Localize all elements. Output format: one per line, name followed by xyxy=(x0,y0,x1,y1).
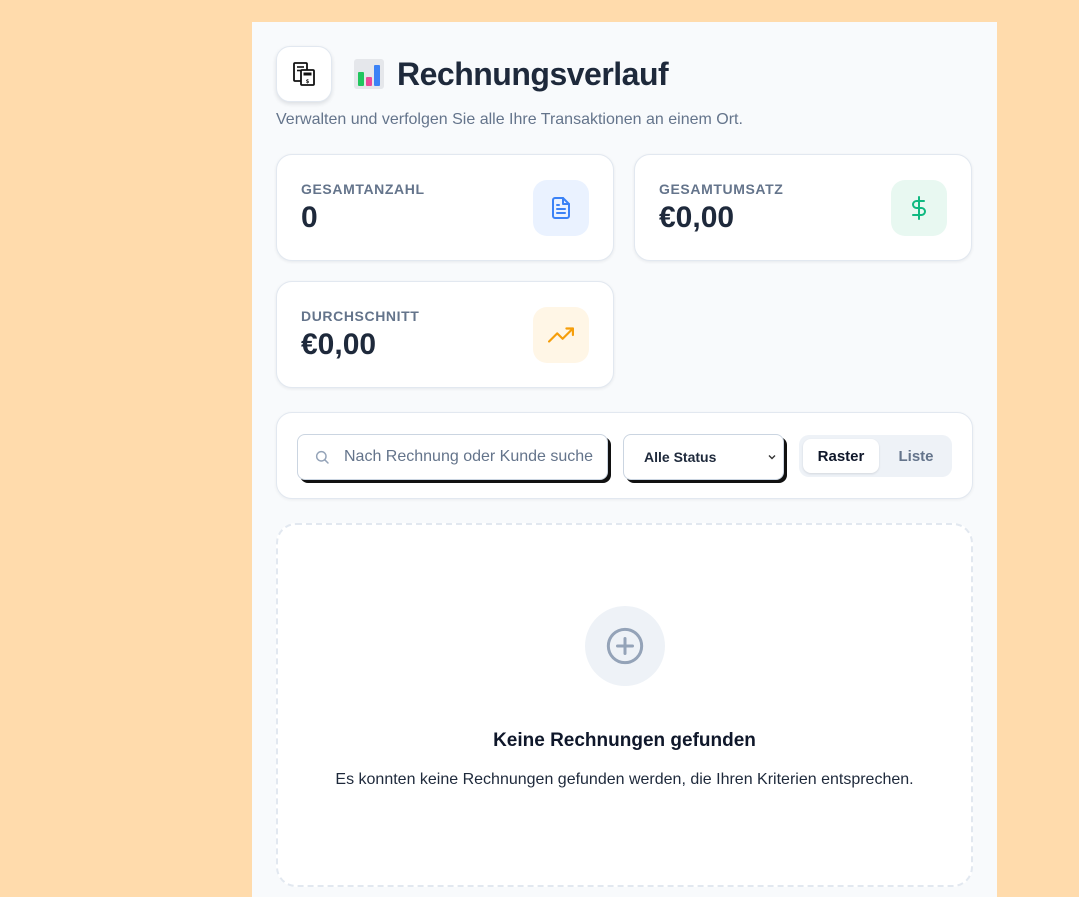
status-select-value: Alle Status xyxy=(644,449,717,465)
view-list-button[interactable]: Liste xyxy=(883,439,949,473)
filter-bar: Alle Status Raster Liste xyxy=(276,412,973,499)
page-title: Rechnungsverlauf xyxy=(397,55,669,92)
empty-state-text: Es konnten keine Rechnungen gefunden wer… xyxy=(335,771,914,788)
empty-state: Keine Rechnungen gefunden Es konnten kei… xyxy=(276,523,973,887)
invoice-history-panel: $ Rechnungsverlauf Verwalten und verfolg… xyxy=(252,22,997,897)
plus-circle-icon xyxy=(606,627,644,665)
stat-icon-box xyxy=(533,307,589,363)
dollar-icon xyxy=(912,196,926,220)
bar-chart-icon xyxy=(354,59,384,89)
stat-card-total-count: GESAMTANZAHL 0 xyxy=(276,154,614,261)
stat-card-total-revenue: GESAMTUMSATZ €0,00 xyxy=(634,154,972,261)
svg-text:$: $ xyxy=(306,79,310,85)
search-icon xyxy=(315,450,329,464)
view-toggle: Raster Liste xyxy=(799,435,952,477)
search-box[interactable] xyxy=(297,434,608,480)
empty-state-title: Keine Rechnungen gefunden xyxy=(493,730,756,751)
chevron-down-icon xyxy=(768,455,776,460)
empty-state-icon-circle[interactable] xyxy=(585,606,665,686)
stat-value: 0 xyxy=(301,201,318,234)
status-select[interactable]: Alle Status xyxy=(623,434,784,480)
stat-label: GESAMTUMSATZ xyxy=(659,181,784,197)
stat-icon-box xyxy=(533,180,589,236)
stat-value: €0,00 xyxy=(659,201,735,234)
receipt-icon: $ xyxy=(293,62,315,86)
stat-card-average: DURCHSCHNITT €0,00 xyxy=(276,281,614,388)
stat-icon-box xyxy=(891,180,947,236)
page-subtitle: Verwalten und verfolgen Sie alle Ihre Tr… xyxy=(276,111,743,128)
trending-up-icon xyxy=(548,327,574,343)
logo-button[interactable]: $ xyxy=(276,46,332,102)
search-input[interactable] xyxy=(344,435,594,479)
stat-label: DURCHSCHNITT xyxy=(301,308,420,324)
view-grid-button[interactable]: Raster xyxy=(803,439,879,473)
page-header: $ Rechnungsverlauf xyxy=(276,46,669,102)
stat-value: €0,00 xyxy=(301,328,377,361)
stat-label: GESAMTANZAHL xyxy=(301,181,425,197)
document-icon xyxy=(552,197,570,219)
